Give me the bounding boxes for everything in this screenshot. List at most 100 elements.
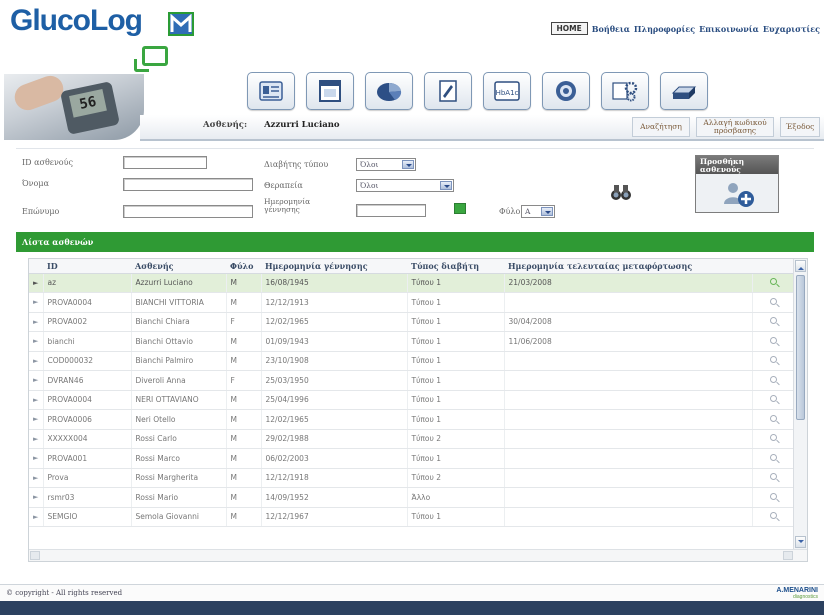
- view-patient-button[interactable]: [752, 468, 796, 488]
- cell-diabetes-type: Τύπου 1: [407, 507, 505, 527]
- table-row[interactable]: ► az Azzurri Luciano M 16/08/1945 Τύπου 1 21/0…: [29, 273, 796, 293]
- cell-sex: M: [226, 390, 262, 410]
- table-row[interactable]: ► COD000032 Bianchi Palmiro M 23/10/1908 Τύπο…: [29, 351, 796, 371]
- cell-id: PROVA001: [43, 448, 132, 469]
- cell-diabetes-type: Τύπου 1: [407, 448, 505, 469]
- table-row[interactable]: ► Prova Rossi Margherita M 12/12/1918 Τύπου 2: [29, 468, 796, 488]
- cell-patient: Bianchi Chiara: [131, 312, 227, 332]
- view-patient-button[interactable]: [752, 507, 796, 527]
- menarini-logo: A.MENARINI diagnostics: [762, 587, 818, 600]
- view-patient-button[interactable]: [752, 331, 796, 352]
- pie-chart-button[interactable]: [365, 72, 413, 110]
- notepad-button[interactable]: [424, 72, 472, 110]
- add-patient-button[interactable]: Προσθήκη ασθενούς: [695, 155, 779, 213]
- view-patient-button[interactable]: [752, 312, 796, 332]
- view-patient-button[interactable]: [752, 292, 796, 313]
- target-button[interactable]: [542, 72, 590, 110]
- table-row[interactable]: ► SEMGIO Semola Giovanni M 12/12/1967 Τύπου 1: [29, 507, 796, 527]
- column-header-last-upload[interactable]: Ημερομηνία τελευταίας μεταφόρτωσης: [504, 259, 752, 274]
- view-patient-button[interactable]: [752, 273, 796, 293]
- row-pointer-icon: ►: [29, 429, 44, 449]
- patient-id-field[interactable]: [123, 156, 207, 169]
- table-row[interactable]: ► PROVA002 Bianchi Chiara F 12/02/1965 Τύπου …: [29, 312, 796, 332]
- view-patient-button[interactable]: [752, 448, 796, 469]
- hba1c-label: HbA1c: [496, 89, 519, 97]
- table-row[interactable]: ► PROVA001 Rossi Marco M 06/02/2003 Τύπου 1: [29, 448, 796, 469]
- birth-date-field[interactable]: [356, 204, 426, 217]
- cell-birth-date: 14/09/1952: [261, 487, 408, 508]
- scroll-down-icon[interactable]: [795, 536, 806, 548]
- horizontal-scrollbar[interactable]: [29, 549, 807, 561]
- scroll-left-icon[interactable]: [30, 551, 40, 560]
- column-header-sex[interactable]: Φύλο: [226, 259, 261, 274]
- therapy-select[interactable]: Όλοι: [356, 179, 454, 192]
- app-window: GlucoLog HOME Βοήθεια Πληροφορίες Επικοι…: [0, 0, 824, 615]
- cell-patient: Semola Giovanni: [131, 507, 227, 527]
- exit-button[interactable]: Έξοδος: [780, 117, 820, 137]
- table-row[interactable]: ► PROVA0006 Neri Otello M 12/02/1965 Τύπου 1: [29, 409, 796, 430]
- view-patient-button[interactable]: [752, 409, 796, 430]
- settings-button[interactable]: [601, 72, 649, 110]
- nav-info-link[interactable]: Πληροφορίες: [634, 24, 695, 34]
- view-patient-button[interactable]: [752, 390, 796, 410]
- table-row[interactable]: ► PROVA0004 BIANCHI VITTORIA M 12/12/1913 Τύπ…: [29, 292, 796, 313]
- cell-patient: Rossi Mario: [131, 487, 227, 508]
- calendar-icon[interactable]: [454, 203, 466, 214]
- column-header-patient[interactable]: Ασθενής: [131, 259, 226, 274]
- cell-sex: M: [226, 331, 262, 352]
- magnifier-icon: [770, 317, 777, 325]
- cell-diabetes-type: Τύπου 1: [407, 390, 505, 410]
- cell-id: COD000032: [43, 351, 132, 371]
- table-row[interactable]: ► DVRAN46 Diveroli Anna F 25/03/1950 Τύπου 1: [29, 370, 796, 391]
- name-label: Όνομα: [22, 179, 49, 188]
- nav-help-link[interactable]: Βοήθεια: [592, 24, 630, 34]
- vertical-scrollbar[interactable]: [793, 259, 807, 549]
- cell-id: PROVA0004: [43, 292, 132, 313]
- nav-contact-link[interactable]: Επικοινωνία: [699, 24, 759, 34]
- row-pointer-icon: ►: [29, 351, 44, 371]
- diabetes-type-select[interactable]: Όλοι: [356, 158, 416, 171]
- search-nav-button[interactable]: Αναζήτηση: [632, 117, 690, 137]
- row-pointer-icon: ►: [29, 370, 44, 391]
- bottom-bar: [0, 601, 824, 615]
- name-field[interactable]: [123, 178, 253, 191]
- table-row[interactable]: ► rsmr03 Rossi Mario M 14/09/1952 Άλλο: [29, 487, 796, 508]
- printer-icon: [671, 86, 697, 99]
- view-patient-button[interactable]: [752, 351, 796, 371]
- scroll-thumb[interactable]: [796, 275, 805, 420]
- column-header-actions: [752, 259, 795, 274]
- cell-last-upload: 11/06/2008: [504, 331, 753, 352]
- cell-patient: Bianchi Ottavio: [131, 331, 227, 352]
- change-password-button[interactable]: Αλλαγή κωδικού πρόσβασης: [696, 117, 774, 137]
- cell-birth-date: 16/08/1945: [261, 273, 408, 293]
- window-button[interactable]: [306, 72, 354, 110]
- table-row[interactable]: ► PROVA0004 NERI OTTAVIANO M 25/04/1996 Τύπου…: [29, 390, 796, 410]
- cell-birth-date: 12/02/1965: [261, 409, 408, 430]
- row-pointer-icon: ►: [29, 390, 44, 410]
- scroll-up-icon[interactable]: [795, 260, 806, 272]
- cell-id: DVRAN46: [43, 370, 132, 391]
- patient-card-button[interactable]: [247, 72, 295, 110]
- view-patient-button[interactable]: [752, 487, 796, 508]
- view-patient-button[interactable]: [752, 370, 796, 391]
- top-navigation: HOME Βοήθεια Πληροφορίες Επικοινωνία Ευχ…: [550, 22, 820, 35]
- surname-field[interactable]: [123, 205, 253, 218]
- nav-thanks-link[interactable]: Ευχαριστίες: [763, 24, 820, 34]
- print-button[interactable]: [660, 72, 708, 110]
- view-patient-button[interactable]: [752, 429, 796, 449]
- hba1c-button[interactable]: HbA1c: [483, 72, 531, 110]
- sex-select[interactable]: A: [521, 205, 555, 218]
- pie-chart-icon: [377, 82, 402, 101]
- home-link[interactable]: HOME: [550, 22, 588, 35]
- column-header-birth-date[interactable]: Ημερομηνία γέννησης: [261, 259, 407, 274]
- cell-sex: M: [226, 409, 262, 430]
- binoculars-search-icon[interactable]: [610, 183, 632, 201]
- magnifier-icon: [770, 297, 777, 305]
- table-row[interactable]: ► bianchi Bianchi Ottavio M 01/09/1943 Τύπου …: [29, 331, 796, 352]
- table-row[interactable]: ► XXXXX004 Rossi Carlo M 29/02/1988 Τύπου 2: [29, 429, 796, 449]
- cell-patient: Rossi Carlo: [131, 429, 227, 449]
- column-header-id[interactable]: ID: [43, 259, 131, 274]
- column-header-diabetes-type[interactable]: Τύπος διαβήτη: [407, 259, 504, 274]
- search-filters: ID ασθενούς Όνομα Επώνυμο Διαβήτης τύπου…: [16, 148, 814, 230]
- scroll-right-icon[interactable]: [783, 551, 793, 560]
